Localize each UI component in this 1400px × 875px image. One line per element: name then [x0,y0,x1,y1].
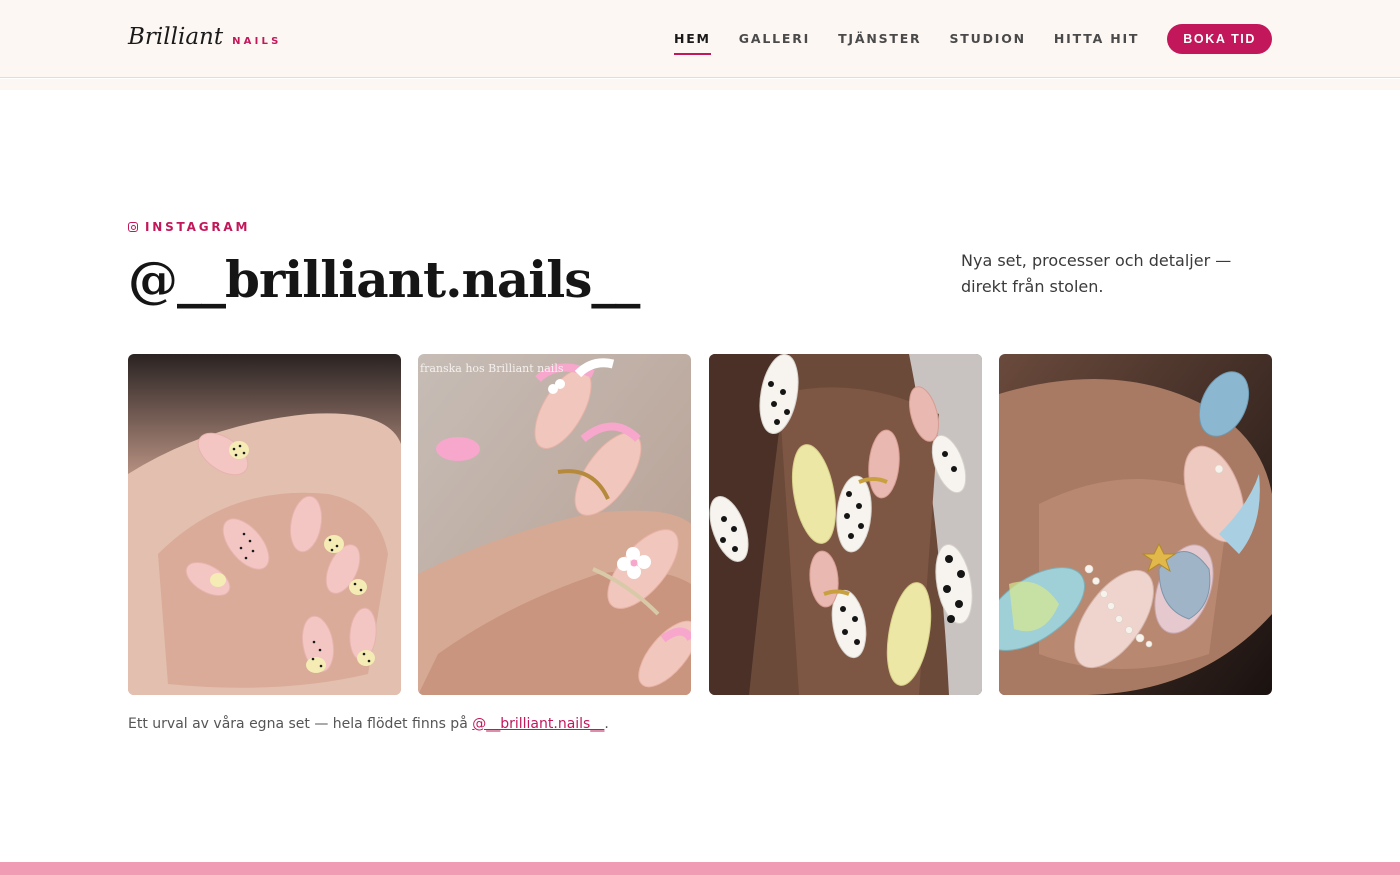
main-nav: HEM GALLERI TJÄNSTER STUDION HITTA HIT B… [673,24,1272,55]
logo-wordmark: Brilliant [128,24,224,50]
post-overlay-text: franska hos Brilliant nails [420,362,564,375]
instagram-tagline: Nya set, processer och detaljer — direkt… [961,251,1232,296]
nav-link-hem[interactable]: HEM [673,24,711,55]
pink-french-flower-nails-photo: franska hos Brilliant nails [418,354,692,695]
instagram-caption: Ett urval av våra egna set — hela flödet… [128,716,609,732]
nav-link-tjanster[interactable]: TJÄNSTER [838,24,921,54]
instagram-post-2[interactable]: franska hos Brilliant nails [418,354,692,695]
black-white-dot-yellow-nails-photo [708,354,982,695]
caption-suffix: . [604,716,609,732]
seashell-pearl-nails-photo [998,354,1272,695]
caption-text: Ett urval av våra egna set — hela flödet… [128,716,473,732]
logo-subtitle: NAILS [232,36,282,47]
header-band [0,79,1400,90]
instagram-post-3[interactable] [708,354,982,695]
instagram-post-4[interactable] [998,354,1272,695]
nav-link-galleri[interactable]: GALLERI [739,24,810,54]
instagram-profile-link[interactable]: @__brilliant.nails__ [472,716,604,732]
instagram-eyebrow: INSTAGRAM [128,220,250,234]
nav-link-hitta-hit[interactable]: HITTA HIT [1054,24,1139,54]
eyebrow-label: INSTAGRAM [145,220,251,234]
yellow-polka-dot-french-nails-photo [128,354,401,695]
footer-strip [0,862,1400,875]
instagram-handle-heading: @__brilliant.nails__ [128,250,640,309]
logo[interactable]: Brilliant NAILS [128,24,282,50]
nav-link-studion[interactable]: STUDION [949,24,1025,54]
site-header: Brilliant NAILS HEM GALLERI TJÄNSTER STU… [0,0,1400,78]
instagram-post-1[interactable] [128,354,401,695]
instagram-icon [128,222,138,232]
instagram-gallery: franska hos Brilliant nails [128,354,1272,695]
book-appointment-button[interactable]: BOKA TID [1167,24,1272,54]
